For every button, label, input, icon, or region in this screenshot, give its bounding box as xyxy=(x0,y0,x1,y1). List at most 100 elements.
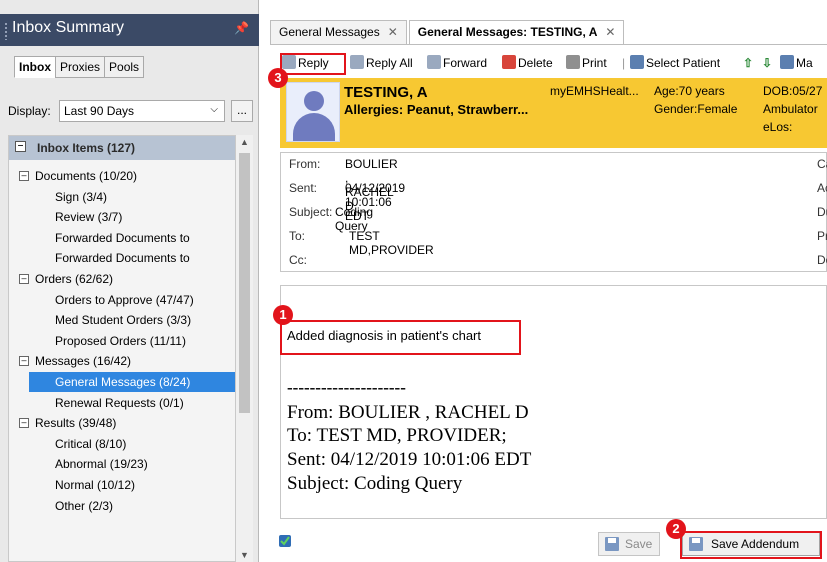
tree-item[interactable]: Review (3/7) xyxy=(29,207,235,227)
display-options-button[interactable]: ... xyxy=(231,100,253,122)
avatar-body xyxy=(293,113,335,141)
collapse-icon[interactable]: – xyxy=(19,171,29,181)
close-icon[interactable]: ✕ xyxy=(388,25,398,39)
tree-item-label: Forwarded Documents to xyxy=(55,251,190,266)
tree-item[interactable]: Forwarded Documents to xyxy=(29,228,235,248)
save-button[interactable]: Save xyxy=(598,532,660,556)
close-icon[interactable]: ✕ xyxy=(605,25,615,39)
tree-item[interactable]: Critical (8/10) xyxy=(29,434,235,454)
tree-group[interactable]: – Documents (10/20) xyxy=(19,166,137,186)
more-label: Ma xyxy=(796,56,813,70)
annotation-badge-2: 2 xyxy=(666,519,686,539)
save-label: Save xyxy=(625,537,653,551)
scroll-thumb[interactable] xyxy=(239,153,250,413)
tree-item[interactable]: Med Student Orders (3/3) xyxy=(29,310,235,330)
tree-scrollbar[interactable]: ▲ ▼ xyxy=(236,135,253,562)
display-range-select[interactable]: Last 90 Days ⌵ xyxy=(59,100,225,122)
patient-ambulatory: Ambulator xyxy=(763,102,818,116)
tree-item-label: Review (3/7) xyxy=(55,210,123,225)
tab-pools[interactable]: Pools xyxy=(104,56,145,78)
scroll-down-icon[interactable]: ▼ xyxy=(240,550,249,560)
document-tabs: General Messages ✕ General Messages: TEST… xyxy=(270,20,626,44)
more-button[interactable]: Ma xyxy=(780,54,813,72)
patient-gender: Gender:Female xyxy=(654,102,738,116)
grip-icon[interactable] xyxy=(4,22,8,40)
tree-item-label: Results (39/48) xyxy=(35,416,117,431)
display-label: Display: xyxy=(8,104,51,118)
tree-item-label: Critical (8/10) xyxy=(55,436,127,451)
scroll-up-icon[interactable]: ▲ xyxy=(240,137,249,147)
tree-item-label: Normal (10/12) xyxy=(55,478,136,492)
select-patient-button[interactable]: Select Patient xyxy=(630,54,720,72)
annotation-box-reply xyxy=(280,53,346,75)
delete-label: Delete xyxy=(518,56,553,70)
tree-item[interactable]: General Messages (8/24) xyxy=(29,372,235,392)
provider-label: Provid xyxy=(817,229,827,243)
tree-item[interactable]: Normal (10/12) xyxy=(29,475,235,495)
collapse-icon[interactable]: – xyxy=(19,356,29,367)
reply-all-button[interactable]: Reply All xyxy=(350,54,413,72)
tab-proxies[interactable]: Proxies xyxy=(55,56,106,78)
patient-icon xyxy=(630,55,644,69)
spellcheck-icon[interactable] xyxy=(278,534,292,548)
delete-button[interactable]: Delete xyxy=(502,54,553,72)
tree-group[interactable]: – Results (39/48) xyxy=(19,413,117,433)
print-button[interactable]: Print xyxy=(566,54,607,72)
quoted-sent: Sent: 04/12/2019 10:01:06 EDT xyxy=(287,449,532,470)
forward-icon xyxy=(427,55,441,69)
tree-group[interactable]: – Orders (62/62) xyxy=(19,269,113,289)
tree-item-label: Abnormal (19/23) xyxy=(55,457,148,472)
tree-group[interactable]: – Messages (16/42) xyxy=(19,351,132,371)
tree-item[interactable]: Forwarded Documents to xyxy=(29,248,235,268)
collapse-icon[interactable]: – xyxy=(19,274,29,284)
to-label: To: xyxy=(289,229,306,243)
patient-portal: myEMHSHealt... xyxy=(550,84,639,98)
forward-label: Forward xyxy=(443,56,488,70)
reply-all-label: Reply All xyxy=(366,56,413,70)
patient-elos: eLos: xyxy=(763,120,793,134)
tree-item[interactable]: Abnormal (19/23) xyxy=(29,454,235,474)
patient-dob: DOB:05/27 xyxy=(763,84,823,98)
inbox-summary-panel: Inbox Summary 📌 Inbox Proxies Pools Disp… xyxy=(0,0,259,562)
quoted-from: From: BOULIER , RACHEL D xyxy=(287,402,529,423)
forward-button[interactable]: Forward xyxy=(427,54,487,72)
inbox-tabs: Inbox Proxies Pools xyxy=(14,56,145,78)
tree-item[interactable]: Orders to Approve (47/47) xyxy=(29,290,235,310)
tree-item[interactable]: Proposed Orders (11/11) xyxy=(29,331,235,351)
message-header: From: BOULIER , RACHEL D Sent: 04/12/201… xyxy=(280,152,827,272)
print-label: Print xyxy=(582,56,607,70)
inbox-items-label: Inbox Items (127) xyxy=(37,141,136,155)
subject-label: Subject: xyxy=(289,205,333,219)
tree-item-label: Renewal Requests (0/1) xyxy=(55,395,184,410)
annotation-badge-1: 1 xyxy=(273,305,293,325)
arrow-down-icon[interactable]: ⇩ xyxy=(762,54,772,72)
tree-item[interactable]: Renewal Requests (0/1) xyxy=(29,393,235,413)
tree-item-label: Orders to Approve (47/47) xyxy=(55,292,194,307)
chevron-down-icon: ⌵ xyxy=(210,104,218,115)
patient-allergies[interactable]: Allergies: Peanut, Strawberr... xyxy=(344,102,528,117)
tab-general-messages[interactable]: General Messages ✕ xyxy=(270,20,407,44)
annotation-badge-3: 3 xyxy=(268,68,288,88)
arrow-up-icon[interactable]: ⇧ xyxy=(743,54,753,72)
display-filter-row: Display: Last 90 Days ⌵ ... xyxy=(8,100,253,122)
tab-general-messages-testing[interactable]: General Messages: TESTING, A ✕ xyxy=(408,20,625,44)
pin-icon[interactable]: 📌 xyxy=(234,21,249,35)
collapse-icon[interactable]: – xyxy=(15,141,26,152)
reply-all-icon xyxy=(350,55,364,69)
tab-inbox[interactable]: Inbox xyxy=(14,56,56,78)
more-icon xyxy=(780,55,794,69)
patient-avatar xyxy=(286,82,340,142)
tree-item-label: General Messages (8/24) xyxy=(55,375,191,389)
separator-dashes: --------------------- xyxy=(287,378,406,397)
quoted-to: To: TEST MD, PROVIDER; xyxy=(287,425,507,446)
floppy-disk-icon xyxy=(605,537,619,551)
collapse-icon[interactable]: – xyxy=(19,418,29,429)
tree-item[interactable]: Other (2/3) xyxy=(29,496,235,516)
inbox-items-header[interactable]: – Inbox Items (127) xyxy=(9,136,235,160)
cc-label: Cc: xyxy=(289,253,307,267)
avatar-head xyxy=(304,91,324,111)
tree-item[interactable]: Sign (3/4) xyxy=(29,187,235,207)
inbox-summary-header: Inbox Summary 📌 xyxy=(0,14,259,46)
patient-name[interactable]: TESTING, A xyxy=(344,84,428,101)
tree-item-label: Messages (16/42) xyxy=(35,354,132,369)
